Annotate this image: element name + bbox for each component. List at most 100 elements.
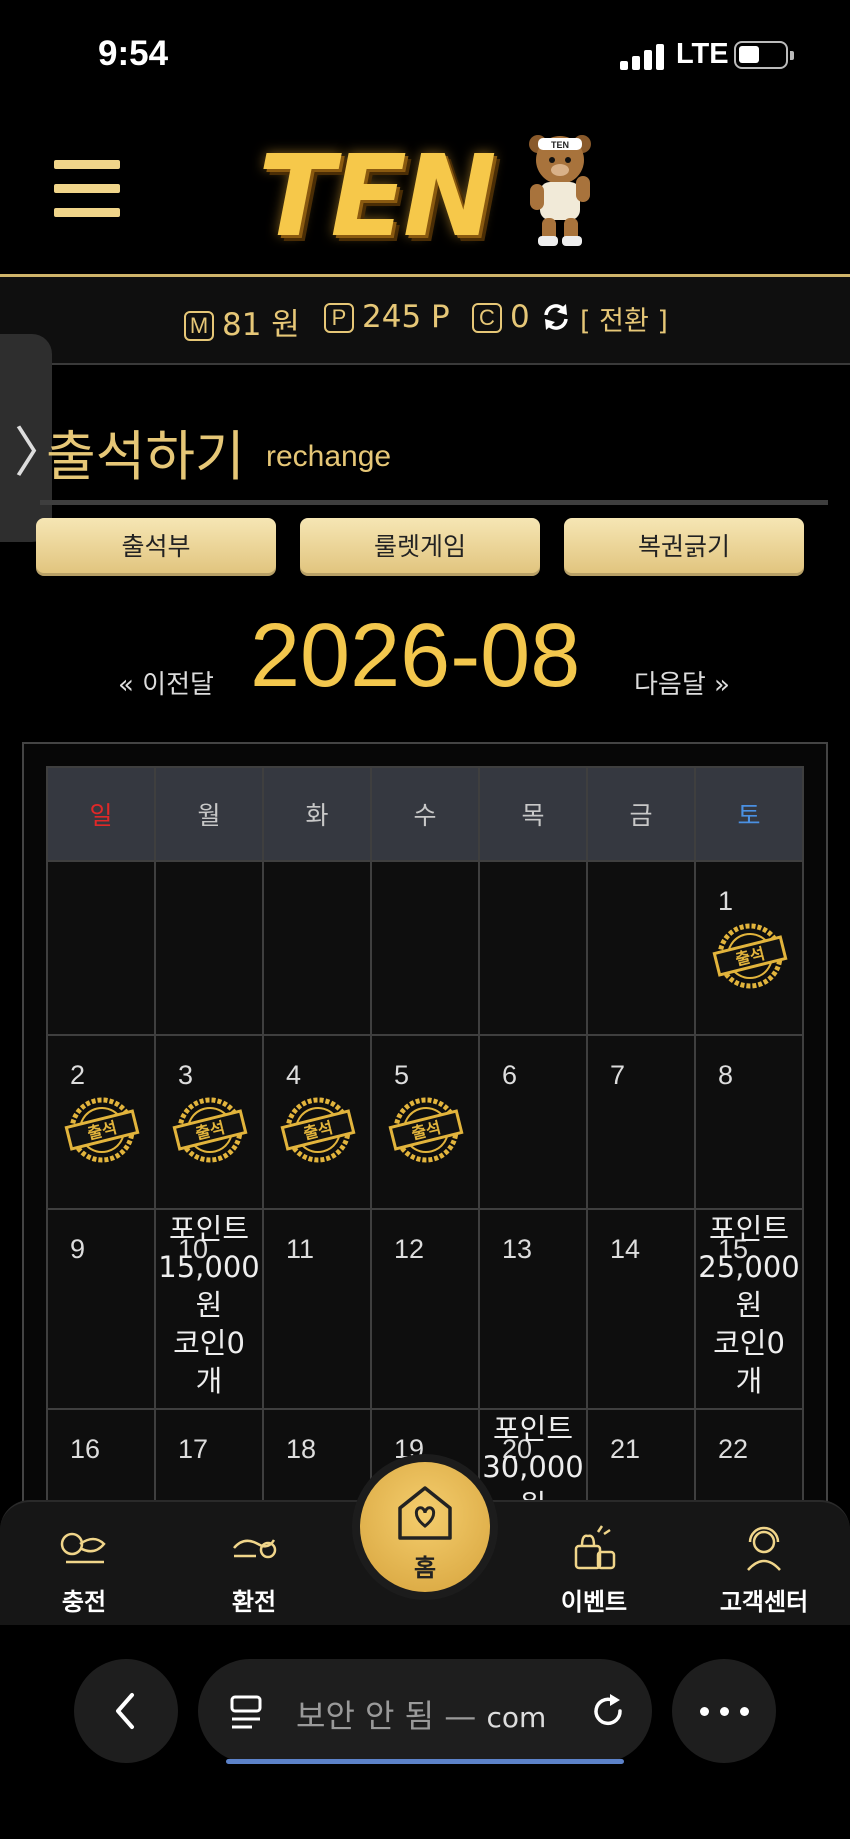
calendar-cell-empty bbox=[478, 860, 588, 1036]
day-number: 3 bbox=[178, 1060, 194, 1090]
nav-label: 고객센터 bbox=[719, 1588, 809, 1616]
more-options-button[interactable] bbox=[672, 1659, 776, 1763]
refresh-icon[interactable] bbox=[540, 301, 572, 333]
calendar-cell[interactable]: 11 bbox=[262, 1208, 372, 1410]
calendar-cell[interactable]: 1 출석 bbox=[694, 860, 804, 1036]
page-subtitle: rechange bbox=[266, 440, 392, 473]
weekday-sat: 토 bbox=[694, 766, 804, 862]
security-warning: 보안 안 됨 — bbox=[296, 1697, 477, 1735]
calendar-cell[interactable]: 13 bbox=[478, 1208, 588, 1410]
page-menu-icon bbox=[230, 1695, 262, 1729]
calendar-cell[interactable]: 9 bbox=[46, 1208, 156, 1410]
charge-icon bbox=[60, 1532, 106, 1564]
tab-attendance[interactable]: 출석부 bbox=[36, 518, 276, 576]
nav-charge[interactable]: 충전 bbox=[24, 1502, 144, 1617]
day-number: 16 bbox=[70, 1434, 101, 1464]
network-label: LTE bbox=[676, 38, 729, 70]
coin-balance: C0 bbox=[472, 299, 530, 335]
prev-month-link[interactable]: « 이전달 bbox=[118, 664, 214, 701]
chevron-left-icon bbox=[116, 1693, 134, 1729]
calendar-cell[interactable]: 4 출석 bbox=[262, 1034, 372, 1210]
calendar-cell[interactable]: 15 포인트 25,000 원 코인0 개 bbox=[694, 1208, 804, 1410]
day-number: 14 bbox=[610, 1234, 641, 1264]
day-number: 11 bbox=[286, 1234, 315, 1264]
tab-lottery[interactable]: 복권긁기 bbox=[564, 518, 804, 576]
current-month: 2026-08 bbox=[250, 606, 581, 706]
calendar-cell-empty bbox=[46, 860, 156, 1036]
point-balance: P 245 P bbox=[324, 299, 450, 335]
reward-label: 포인트 15,000 원 코인0 개 bbox=[158, 1212, 260, 1398]
load-progress-bar bbox=[226, 1759, 624, 1764]
page-title: 출석하기 bbox=[46, 425, 245, 488]
point-value: 245 P bbox=[362, 299, 450, 335]
signal-icon bbox=[620, 44, 666, 70]
logo-text: TEN bbox=[258, 132, 497, 262]
nav-label: 홈 bbox=[413, 1554, 437, 1582]
status-time: 9:54 bbox=[98, 34, 169, 73]
nav-label: 충전 bbox=[61, 1588, 107, 1616]
calendar-cell[interactable]: 7 bbox=[586, 1034, 696, 1210]
day-number: 1 bbox=[718, 886, 734, 916]
browser-back-button[interactable] bbox=[74, 1659, 178, 1763]
calendar-cell-empty bbox=[370, 860, 480, 1036]
calendar-cell[interactable]: 12 bbox=[370, 1208, 480, 1410]
calendar-cell[interactable]: 5 출석 bbox=[370, 1034, 480, 1210]
money-balance: M 81 원 bbox=[184, 299, 300, 344]
site-logo[interactable]: TEN TEN bbox=[258, 126, 598, 262]
url-text: 보안 안 됨 — com bbox=[296, 1691, 546, 1737]
wallet-bar: M 81 원 P 245 P C0 [ 전환 ] bbox=[0, 277, 850, 365]
menu-icon[interactable] bbox=[54, 160, 120, 218]
exchange-icon bbox=[233, 1539, 277, 1559]
weekday-header-row: 일 월 화 수 목 금 토 bbox=[46, 766, 804, 862]
weekday-tue: 화 bbox=[262, 766, 372, 862]
calendar-cell[interactable]: 3 출석 bbox=[154, 1034, 264, 1210]
battery-icon bbox=[734, 41, 788, 69]
calendar-cell[interactable]: 14 bbox=[586, 1208, 696, 1410]
day-number: 6 bbox=[502, 1060, 518, 1090]
next-month-link[interactable]: 다음달 » bbox=[634, 664, 730, 701]
attendance-stamp-icon: 출석 bbox=[388, 1097, 464, 1163]
money-badge-icon: M bbox=[184, 311, 214, 341]
svg-text:TEN: TEN bbox=[551, 140, 569, 150]
nav-label: 이벤트 bbox=[560, 1588, 628, 1616]
coin-value: 0 bbox=[510, 299, 530, 335]
day-number: 4 bbox=[286, 1060, 302, 1090]
calendar-week-row: 1 출석 bbox=[46, 860, 804, 1036]
day-number: 22 bbox=[718, 1434, 749, 1464]
tab-roulette[interactable]: 룰렛게임 bbox=[300, 518, 540, 576]
weekday-wed: 수 bbox=[370, 766, 480, 862]
calendar-week-row: 2 출석 3 출석 4 출석 5 출석 6 7 8 bbox=[46, 1034, 804, 1210]
day-number: 19 bbox=[394, 1434, 425, 1464]
attendance-stamp-icon: 출석 bbox=[280, 1097, 356, 1163]
url-domain: com bbox=[486, 1701, 547, 1734]
day-number: 8 bbox=[718, 1060, 734, 1090]
day-number: 9 bbox=[70, 1234, 86, 1264]
day-number: 12 bbox=[394, 1234, 425, 1264]
gift-icon bbox=[574, 1525, 616, 1570]
calendar-cell[interactable]: 10 포인트 15,000 원 코인0 개 bbox=[154, 1208, 264, 1410]
calendar-cell[interactable]: 8 bbox=[694, 1034, 804, 1210]
weekday-sun: 일 bbox=[46, 766, 156, 862]
address-bar[interactable]: 보안 안 됨 — com bbox=[198, 1659, 652, 1763]
day-number: 18 bbox=[286, 1434, 317, 1464]
nav-label: 환전 bbox=[231, 1588, 277, 1616]
nav-exchange[interactable]: 환전 bbox=[194, 1502, 314, 1617]
title-divider bbox=[40, 500, 828, 505]
reload-icon[interactable] bbox=[588, 1691, 628, 1731]
attendance-stamp-icon: 출석 bbox=[172, 1097, 248, 1163]
day-number: 7 bbox=[610, 1060, 626, 1090]
nav-support[interactable]: 고객센터 bbox=[704, 1502, 824, 1617]
attendance-stamp-icon: 출석 bbox=[64, 1097, 140, 1163]
reward-label: 포인트 25,000 원 코인0 개 bbox=[698, 1212, 800, 1398]
day-number: 2 bbox=[70, 1060, 86, 1090]
calendar-cell[interactable]: 6 bbox=[478, 1034, 588, 1210]
nav-event[interactable]: 이벤트 bbox=[534, 1502, 654, 1617]
coin-badge-icon: C bbox=[472, 303, 502, 333]
point-badge-icon: P bbox=[324, 303, 354, 333]
calendar-week-row: 9 10 포인트 15,000 원 코인0 개 11 12 13 14 15 포… bbox=[46, 1208, 804, 1410]
money-value: 81 원 bbox=[222, 307, 300, 343]
nav-home-button[interactable]: 홈 bbox=[360, 1462, 490, 1592]
calendar-cell-empty bbox=[586, 860, 696, 1036]
calendar-cell[interactable]: 2 출석 bbox=[46, 1034, 156, 1210]
convert-button[interactable]: [ 전환 ] bbox=[580, 299, 668, 338]
